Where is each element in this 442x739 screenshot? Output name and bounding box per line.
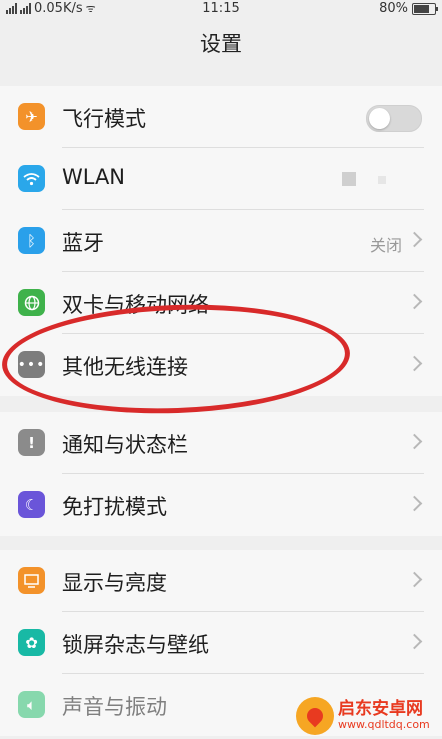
display-icon: [18, 567, 45, 594]
chevron-right-icon: [406, 633, 423, 650]
setting-label: 免打扰模式: [62, 495, 167, 519]
setting-lockscreen-wallpaper[interactable]: ✿ 锁屏杂志与壁纸: [0, 612, 442, 674]
watermark-url: www.qdltdq.com: [338, 718, 430, 732]
wifi-icon: [18, 165, 45, 192]
chevron-right-icon: [406, 355, 423, 372]
battery-percent: 80%: [379, 1, 408, 16]
flower-icon: ✿: [18, 629, 45, 656]
status-right: 80%: [379, 1, 438, 16]
airplane-toggle[interactable]: [366, 105, 422, 132]
settings-group-notifications: ! 通知与状态栏 ☾ 免打扰模式: [0, 412, 442, 536]
watermark-text: 启东安卓网 www.qdltdq.com: [338, 699, 430, 732]
setting-notifications-statusbar[interactable]: ! 通知与状态栏: [0, 412, 442, 474]
setting-wlan[interactable]: WLAN: [0, 148, 442, 210]
watermark-logo-icon: [296, 697, 334, 735]
setting-label: 通知与状态栏: [62, 433, 188, 457]
setting-airplane-mode[interactable]: ✈ 飞行模式: [0, 86, 442, 148]
chevron-right-icon: [406, 293, 423, 310]
setting-label: 蓝牙: [62, 231, 104, 255]
watermark-name: 启东安卓网: [338, 699, 423, 720]
setting-dual-sim-mobile-network[interactable]: 双卡与移动网络: [0, 272, 442, 334]
setting-display-brightness[interactable]: 显示与亮度: [0, 550, 442, 612]
status-bar: 0.05K/s ᯤ 11:15 80%: [0, 0, 442, 18]
setting-label: 其他无线连接: [62, 355, 188, 379]
moon-icon: ☾: [18, 491, 45, 518]
setting-label: 飞行模式: [62, 107, 146, 131]
setting-bluetooth[interactable]: ᛒ 蓝牙 关闭: [0, 210, 442, 272]
chevron-right-icon: [406, 433, 423, 450]
bluetooth-status: 关闭: [369, 236, 402, 255]
more-icon: •••: [18, 351, 45, 378]
setting-other-wireless[interactable]: ••• 其他无线连接: [0, 334, 442, 396]
clock: 11:15: [202, 1, 240, 16]
sound-icon: 🔈︎: [18, 691, 45, 718]
airplane-icon: ✈: [18, 103, 45, 130]
chevron-right-icon: [406, 495, 423, 512]
setting-do-not-disturb[interactable]: ☾ 免打扰模式: [0, 474, 442, 536]
setting-label: 锁屏杂志与壁纸: [62, 633, 209, 657]
settings-group-connectivity: ✈ 飞行模式 WLAN ᛒ 蓝牙 关闭 双卡与移动网络 ••• 其他无线连接: [0, 86, 442, 396]
page-title: 设置: [200, 32, 242, 56]
toggle-knob: [369, 108, 390, 129]
globe-icon: [18, 289, 45, 316]
setting-label: WLAN: [62, 165, 126, 189]
wlan-status-indicator-2: [378, 176, 386, 184]
exclamation-icon: !: [18, 429, 45, 456]
setting-label: 声音与振动: [62, 695, 167, 719]
chevron-right-icon: [406, 231, 423, 248]
bluetooth-icon: ᛒ: [18, 227, 45, 254]
wlan-status-indicator: [342, 172, 356, 186]
setting-label: 显示与亮度: [62, 571, 167, 595]
chevron-right-icon: [406, 571, 423, 588]
battery-icon: [412, 2, 438, 15]
watermark: 启东安卓网 www.qdltdq.com: [296, 693, 442, 739]
setting-label: 双卡与移动网络: [62, 293, 209, 317]
